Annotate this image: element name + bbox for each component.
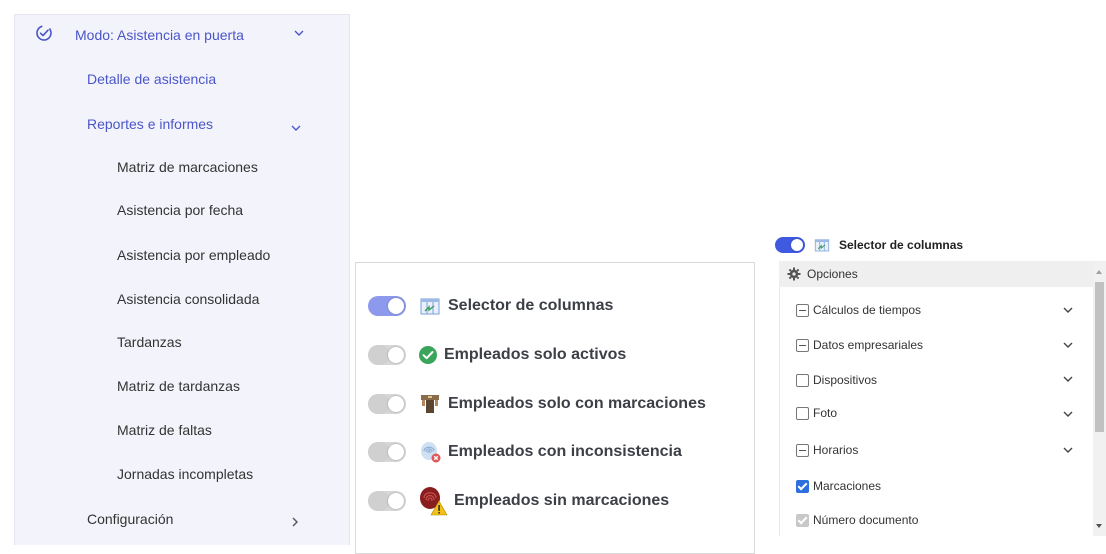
- option-label: Empleados solo activos: [444, 346, 627, 363]
- column-selector-icon: [420, 298, 440, 315]
- chevron-down-icon[interactable]: [1062, 339, 1074, 351]
- option-empleados-inconsistencia: Empleados con inconsistencia: [368, 437, 682, 467]
- checkbox-partial[interactable]: [796, 338, 809, 352]
- nav-asistencia-empleado[interactable]: Asistencia por empleado: [117, 247, 270, 263]
- gear-icon: [787, 267, 801, 281]
- nav-detalle-asistencia[interactable]: Detalle de asistencia: [87, 71, 216, 87]
- checkbox-unchecked[interactable]: [796, 373, 809, 387]
- nav-jornadas-incompletas[interactable]: Jornadas incompletas: [117, 466, 253, 482]
- nav-asistencia-consolidada[interactable]: Asistencia consolidada: [117, 291, 259, 307]
- checkbox-partial[interactable]: [796, 443, 809, 457]
- scroll-up-arrow-icon[interactable]: [1096, 270, 1102, 274]
- scrollbar-thumb[interactable]: [1095, 282, 1104, 432]
- nav-configuracion[interactable]: Configuración: [87, 511, 173, 527]
- column-selector-title: Selector de columnas: [839, 238, 964, 252]
- chevron-down-icon: [291, 125, 301, 131]
- column-item-label: Cálculos de tiempos: [813, 303, 922, 317]
- toggle-column-selector[interactable]: [775, 237, 805, 253]
- chevron-down-icon[interactable]: [1062, 444, 1074, 456]
- checkbox-unchecked[interactable]: [796, 406, 809, 420]
- option-label: Empleados sin marcaciones: [454, 492, 670, 509]
- column-item-label: Dispositivos: [813, 373, 878, 387]
- mode-selector[interactable]: Modo: Asistencia en puerta: [15, 15, 349, 57]
- sidebar: Modo: Asistencia en puerta Detalle de as…: [14, 14, 350, 545]
- chevron-down-icon[interactable]: [1062, 304, 1074, 316]
- nav-tardanzas[interactable]: Tardanzas: [117, 334, 182, 350]
- chevron-down-icon[interactable]: [1062, 373, 1074, 385]
- turnstile-icon: [421, 395, 439, 413]
- mode-label: Modo: Asistencia en puerta: [75, 27, 244, 43]
- column-list: Cálculos de tiempos Datos empresariales …: [779, 287, 1097, 536]
- column-item-marcaciones[interactable]: Marcaciones: [796, 476, 1096, 496]
- fingerprint-warning-icon: [420, 487, 448, 516]
- toggle-selector-columnas[interactable]: [368, 296, 406, 316]
- option-empleados-sin-marcaciones: Empleados sin marcaciones: [368, 486, 669, 516]
- option-label: Empleados solo con marcaciones: [448, 395, 706, 412]
- column-selector-panel: Selector de columnas Opciones Cálculos d…: [763, 230, 1106, 536]
- nav-matriz-faltas[interactable]: Matriz de faltas: [117, 422, 212, 438]
- column-item-label: Marcaciones: [813, 479, 882, 493]
- green-check-icon: [419, 346, 437, 364]
- column-item-foto[interactable]: Foto: [796, 403, 1096, 423]
- option-label: Selector de columnas: [448, 297, 614, 314]
- column-selector-icon: [814, 239, 830, 252]
- nav-asistencia-fecha[interactable]: Asistencia por fecha: [117, 202, 243, 218]
- scroll-down-arrow-icon[interactable]: [1096, 524, 1102, 528]
- toggle-empleados-marcaciones[interactable]: [368, 394, 406, 414]
- checkbox-partial[interactable]: [796, 303, 809, 317]
- column-item-numero-documento: Número documento: [796, 510, 1096, 530]
- column-item-label: Horarios: [813, 443, 859, 457]
- option-selector-columnas: Selector de columnas: [368, 291, 613, 321]
- column-item-calculos[interactable]: Cálculos de tiempos: [796, 300, 1096, 320]
- column-item-label: Número documento: [813, 513, 919, 527]
- options-label: Opciones: [807, 267, 858, 281]
- option-label: Empleados con inconsistencia: [448, 443, 682, 460]
- column-item-label: Foto: [813, 406, 838, 420]
- nav-matriz-marcaciones[interactable]: Matriz de marcaciones: [117, 159, 258, 175]
- filter-options-panel: Selector de columnas Empleados solo acti…: [355, 262, 755, 554]
- nav-reportes-informes[interactable]: Reportes e informes: [87, 116, 213, 132]
- column-item-datos-empresariales[interactable]: Datos empresariales: [796, 335, 1096, 355]
- options-bar: Opciones: [779, 261, 1106, 287]
- chevron-down-icon: [294, 30, 304, 36]
- column-item-label: Datos empresariales: [813, 338, 924, 352]
- option-empleados-activos: Empleados solo activos: [368, 340, 626, 370]
- checkbox-checked[interactable]: [796, 479, 809, 493]
- check-circle-icon: [36, 25, 52, 41]
- fingerprint-error-icon: [421, 442, 441, 463]
- chevron-down-icon[interactable]: [1062, 408, 1074, 420]
- column-item-dispositivos[interactable]: Dispositivos: [796, 370, 1096, 390]
- nav-matriz-tardanzas[interactable]: Matriz de tardanzas: [117, 378, 240, 394]
- toggle-empleados-sin-marcaciones[interactable]: [368, 491, 406, 511]
- toggle-empleados-inconsistencia[interactable]: [368, 442, 406, 462]
- column-list-scrollbar[interactable]: [1093, 262, 1106, 536]
- toggle-empleados-activos[interactable]: [368, 345, 406, 365]
- checkbox-disabled-checked: [796, 513, 809, 527]
- column-selector-header: Selector de columnas: [775, 234, 963, 256]
- option-empleados-marcaciones: Empleados solo con marcaciones: [368, 389, 706, 419]
- chevron-right-icon: [292, 517, 298, 527]
- column-item-horarios[interactable]: Horarios: [796, 440, 1096, 460]
